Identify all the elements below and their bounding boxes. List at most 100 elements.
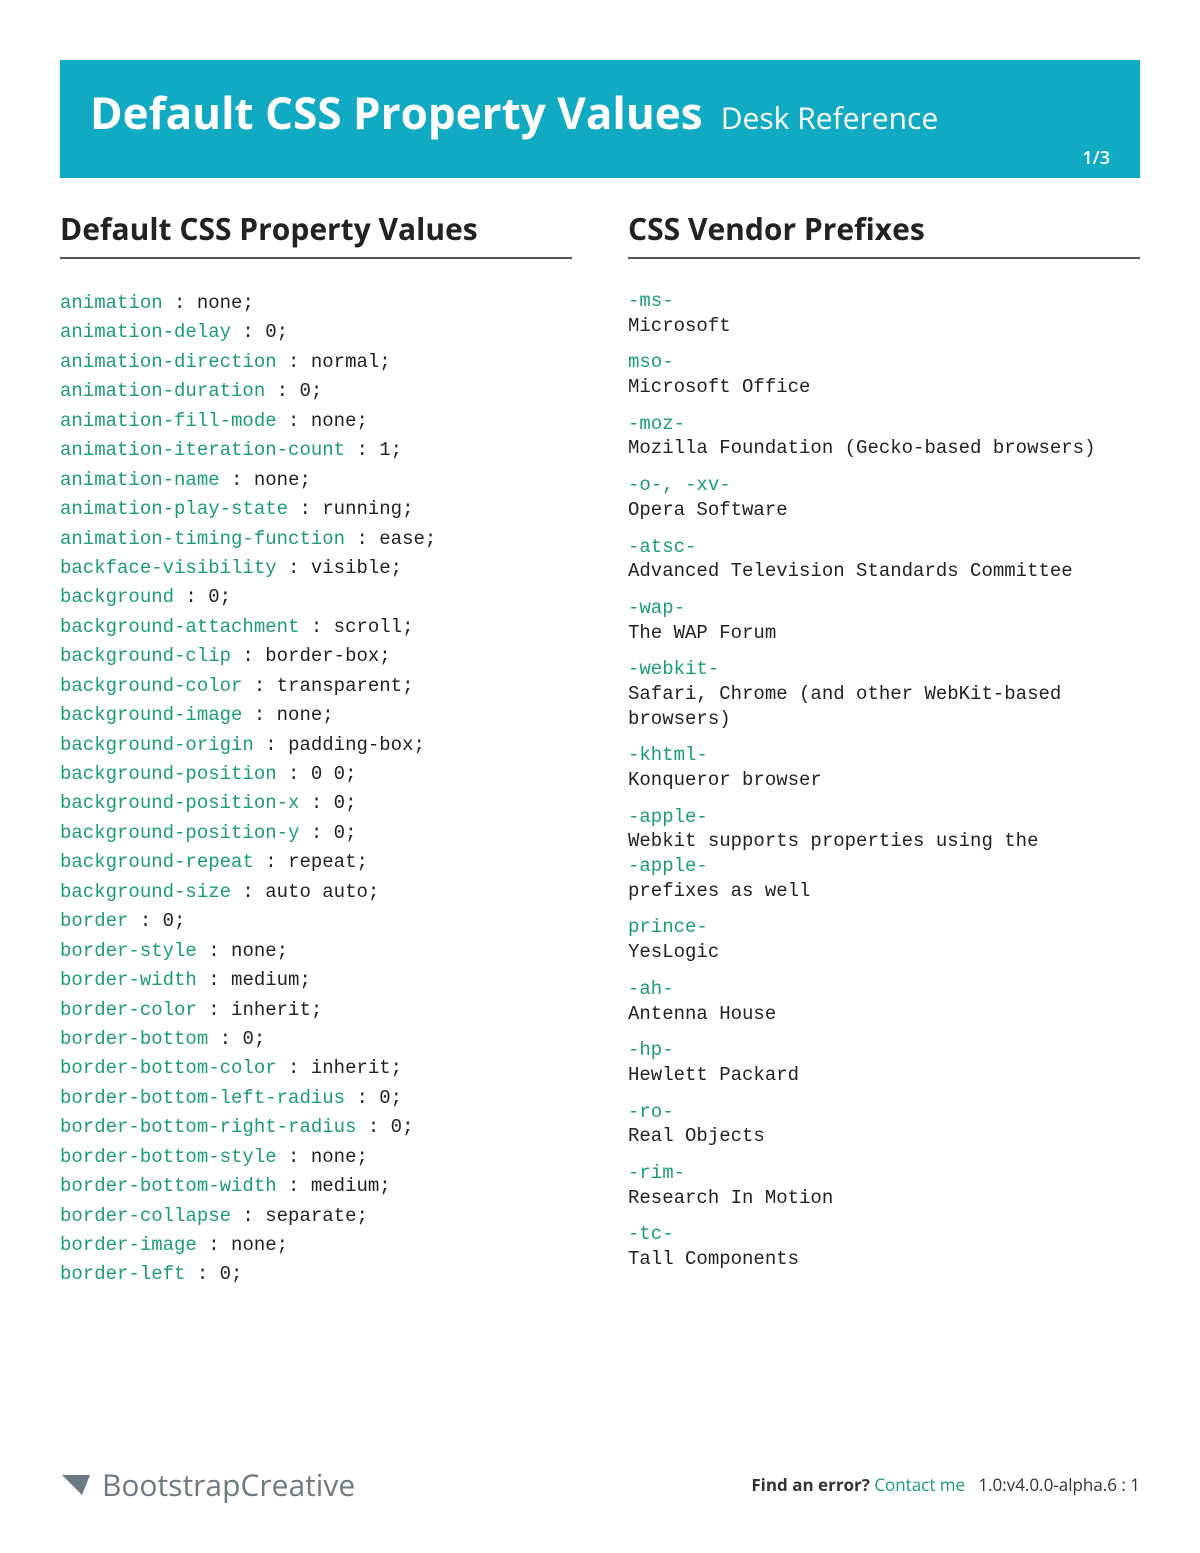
css-property-name: border-left bbox=[60, 1263, 185, 1285]
vendor-prefix-tag: -khtml- bbox=[628, 743, 1140, 768]
vendor-prefix-block: -ah-Antenna House bbox=[628, 977, 1140, 1026]
css-property-row: background : 0; bbox=[60, 583, 572, 612]
css-property-name: border-bottom-style bbox=[60, 1146, 277, 1168]
content-columns: Default CSS Property Values animation : … bbox=[60, 208, 1140, 1290]
version-label: 1.0:v4.0.0-alpha.6 : 1 bbox=[978, 1473, 1140, 1496]
vendor-prefix-desc: Hewlett Packard bbox=[628, 1063, 1140, 1088]
css-property-row: border-bottom-color : inherit; bbox=[60, 1054, 572, 1083]
vendor-prefix-block: -webkit-Safari, Chrome (and other WebKit… bbox=[628, 657, 1140, 731]
css-property-name: animation-name bbox=[60, 469, 220, 491]
css-property-row: background-repeat : repeat; bbox=[60, 848, 572, 877]
colon: : bbox=[265, 380, 299, 402]
css-property-row: border-bottom-style : none; bbox=[60, 1143, 572, 1172]
css-property-value: repeat; bbox=[288, 851, 368, 873]
colon: : bbox=[231, 1205, 265, 1227]
css-property-value: 0; bbox=[163, 910, 186, 932]
colon: : bbox=[345, 439, 379, 461]
colon: : bbox=[208, 1028, 242, 1050]
css-property-value: medium; bbox=[311, 1175, 391, 1197]
vendor-prefix-tag: -ah- bbox=[628, 977, 1140, 1002]
css-property-row: animation-duration : 0; bbox=[60, 377, 572, 406]
vendor-prefix-block: -apple-Webkit supports properties using … bbox=[628, 805, 1140, 904]
vendor-prefix-desc: Microsoft Office bbox=[628, 375, 1140, 400]
css-property-value: none; bbox=[231, 1234, 288, 1256]
colon: : bbox=[299, 792, 333, 814]
colon: : bbox=[277, 351, 311, 373]
css-property-row: border-bottom-width : medium; bbox=[60, 1172, 572, 1201]
colon: : bbox=[356, 1116, 390, 1138]
css-property-name: animation-duration bbox=[60, 380, 265, 402]
error-label: Find an error? bbox=[751, 1473, 870, 1496]
vendor-prefix-tag: -apple- bbox=[628, 854, 1140, 879]
css-property-value: none; bbox=[311, 1146, 368, 1168]
colon: : bbox=[254, 851, 288, 873]
colon: : bbox=[345, 1087, 379, 1109]
css-property-name: border-bottom-left-radius bbox=[60, 1087, 345, 1109]
css-property-row: background-attachment : scroll; bbox=[60, 613, 572, 642]
css-property-row: border-image : none; bbox=[60, 1231, 572, 1260]
css-property-value: border-box; bbox=[265, 645, 390, 667]
css-property-value: ease; bbox=[379, 528, 436, 550]
css-property-name: border-image bbox=[60, 1234, 197, 1256]
vendor-prefix-desc: The WAP Forum bbox=[628, 621, 1140, 646]
css-property-row: background-color : transparent; bbox=[60, 672, 572, 701]
vendor-prefix-desc: Advanced Television Standards Committee bbox=[628, 559, 1140, 584]
css-property-value: 0; bbox=[299, 380, 322, 402]
css-property-name: border-style bbox=[60, 940, 197, 962]
vendor-prefix-block: prince-YesLogic bbox=[628, 915, 1140, 964]
css-property-row: border-bottom-left-radius : 0; bbox=[60, 1084, 572, 1113]
vendor-prefix-tag: -apple- bbox=[628, 805, 1140, 830]
vendor-prefix-tag: -o-, -xv- bbox=[628, 473, 1140, 498]
colon: : bbox=[231, 321, 265, 343]
vendor-prefix-block: -tc-Tall Components bbox=[628, 1222, 1140, 1271]
css-property-name: background-color bbox=[60, 675, 242, 697]
colon: : bbox=[288, 498, 322, 520]
css-property-row: background-image : none; bbox=[60, 701, 572, 730]
vendor-prefix-tag: -rim- bbox=[628, 1161, 1140, 1186]
vendor-prefix-block: -ms-Microsoft bbox=[628, 289, 1140, 338]
vendor-prefix-tag: -ro- bbox=[628, 1100, 1140, 1125]
right-heading: CSS Vendor Prefixes bbox=[628, 208, 1140, 259]
css-property-row: background-clip : border-box; bbox=[60, 642, 572, 671]
left-heading: Default CSS Property Values bbox=[60, 208, 572, 259]
vendor-prefix-tag: -atsc- bbox=[628, 535, 1140, 560]
css-property-name: border-bottom bbox=[60, 1028, 208, 1050]
vendor-prefix-tag: -wap- bbox=[628, 596, 1140, 621]
vendor-prefix-tag: -hp- bbox=[628, 1038, 1140, 1063]
colon: : bbox=[197, 940, 231, 962]
css-property-row: border-color : inherit; bbox=[60, 996, 572, 1025]
css-property-name: animation-timing-function bbox=[60, 528, 345, 550]
vendor-prefix-block: -atsc-Advanced Television Standards Comm… bbox=[628, 535, 1140, 584]
vendor-prefix-tag: -ms- bbox=[628, 289, 1140, 314]
contact-link[interactable]: Contact me bbox=[874, 1473, 965, 1496]
brand-logo: BootstrapCreative bbox=[60, 1464, 355, 1505]
vendor-prefix-tag: -webkit- bbox=[628, 657, 1140, 682]
vendor-prefix-desc: Microsoft bbox=[628, 314, 1140, 339]
page-indicator: 1/3 bbox=[90, 146, 1110, 170]
left-column: Default CSS Property Values animation : … bbox=[60, 208, 572, 1290]
colon: : bbox=[345, 528, 379, 550]
css-property-row: border-bottom : 0; bbox=[60, 1025, 572, 1054]
css-property-name: border-collapse bbox=[60, 1205, 231, 1227]
css-property-row: animation-fill-mode : none; bbox=[60, 407, 572, 436]
css-property-name: animation-delay bbox=[60, 321, 231, 343]
colon: : bbox=[277, 1175, 311, 1197]
vendor-prefix-desc: Safari, Chrome (and other WebKit-based b… bbox=[628, 682, 1140, 731]
css-property-value: medium; bbox=[231, 969, 311, 991]
css-property-row: animation-direction : normal; bbox=[60, 348, 572, 377]
vendor-prefix-desc: YesLogic bbox=[628, 940, 1140, 965]
css-property-value: 0; bbox=[379, 1087, 402, 1109]
css-property-value: separate; bbox=[265, 1205, 368, 1227]
css-property-value: none; bbox=[197, 292, 254, 314]
css-property-value: 0; bbox=[265, 321, 288, 343]
css-property-value: 0; bbox=[220, 1263, 243, 1285]
colon: : bbox=[220, 469, 254, 491]
vendor-prefix-tag: -tc- bbox=[628, 1222, 1140, 1247]
vendor-prefix-desc: Tall Components bbox=[628, 1247, 1140, 1272]
css-property-name: border-width bbox=[60, 969, 197, 991]
colon: : bbox=[277, 1057, 311, 1079]
css-property-row: border-style : none; bbox=[60, 937, 572, 966]
css-property-name: background-size bbox=[60, 881, 231, 903]
colon: : bbox=[231, 881, 265, 903]
css-property-value: normal; bbox=[311, 351, 391, 373]
